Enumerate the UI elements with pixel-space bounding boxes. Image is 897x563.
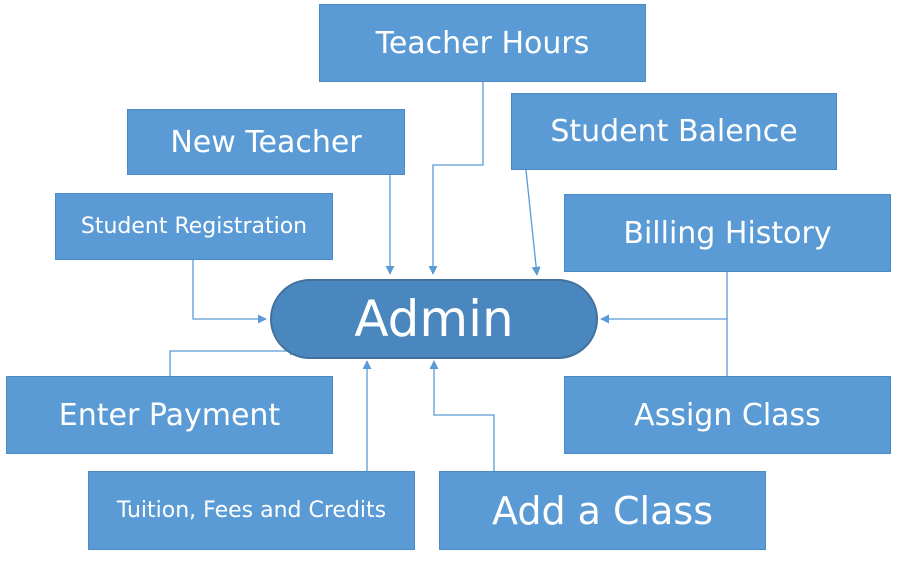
connector-teacher-hours [428, 82, 484, 275]
teacher-hours-label: Teacher Hours [375, 25, 590, 61]
add-a-class-box: Add a Class [439, 471, 766, 550]
new-teacher-label: New Teacher [170, 124, 362, 160]
enter-payment-label: Enter Payment [58, 397, 281, 433]
enter-payment-box: Enter Payment [6, 376, 333, 454]
tuition-fees-credits-box: Tuition, Fees and Credits [88, 471, 415, 550]
add-a-class-label: Add a Class [492, 488, 713, 533]
connector-add-class [429, 360, 495, 471]
student-balence-box: Student Balence [511, 93, 837, 170]
connector-billing-history [600, 272, 728, 324]
assign-class-box: Assign Class [564, 376, 891, 454]
connector-enter-payment [169, 346, 299, 376]
admin-label: Admin [354, 290, 514, 348]
student-registration-label: Student Registration [80, 214, 308, 239]
assign-class-label: Assign Class [634, 397, 821, 433]
tuition-fees-credits-label: Tuition, Fees and Credits [116, 498, 387, 523]
student-balence-label: Student Balence [550, 114, 798, 149]
student-registration-box: Student Registration [55, 193, 333, 260]
admin-center-node: Admin [270, 279, 598, 359]
connector-student-balence [525, 169, 541, 276]
connector-student-registration [192, 260, 267, 324]
new-teacher-box: New Teacher [127, 109, 405, 175]
teacher-hours-box: Teacher Hours [319, 4, 646, 82]
billing-history-box: Billing History [564, 194, 891, 272]
billing-history-label: Billing History [623, 215, 832, 251]
